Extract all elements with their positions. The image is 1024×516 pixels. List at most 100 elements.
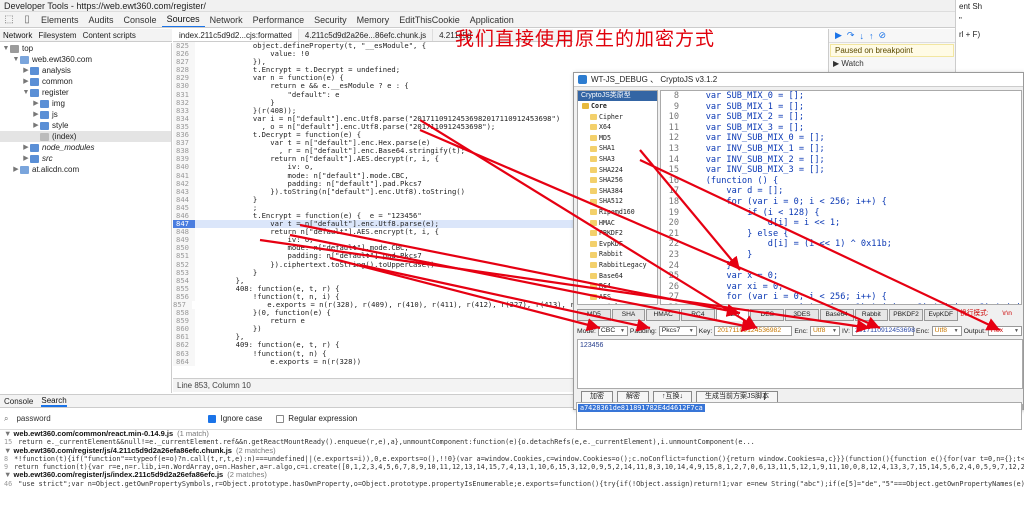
tab-console[interactable]: Console <box>119 12 162 27</box>
class-tree-item[interactable]: AES <box>578 292 657 303</box>
class-tree-item[interactable]: Cipher <box>578 112 657 123</box>
disclosure-icon[interactable]: ▶ <box>32 120 40 131</box>
device-toggle-icon[interactable]: ▯ <box>21 14 33 26</box>
class-tree-item[interactable]: SHA256 <box>578 175 657 186</box>
algo-tab-rc4[interactable]: RC4 <box>681 309 715 321</box>
class-tree-item[interactable]: Ripemd160 <box>578 207 657 218</box>
code-editor[interactable]: 825 object.defineProperty(t, "__esModule… <box>173 42 573 378</box>
file-tree-item[interactable]: ▶ node_modules <box>0 142 171 153</box>
nav-tab-content-scripts[interactable]: Content scripts <box>80 31 139 40</box>
file-tree-item[interactable]: ▼ register <box>0 87 171 98</box>
tab-network[interactable]: Network <box>205 12 248 27</box>
result-file-header[interactable]: ▼ web.ewt360.com/register/js/index.211c5… <box>0 471 1024 479</box>
class-tree-item[interactable]: EvpKDF <box>578 239 657 250</box>
nav-tab-filesystem[interactable]: Filesystem <box>35 31 79 40</box>
editor-tab[interactable]: index.211c5d9d2...cjs:formatted <box>173 29 299 41</box>
cryptojs-window-titlebar[interactable]: WT-JS_DEBUG 、 CryptoJS v3.1.2 <box>574 73 1023 87</box>
step-out-icon[interactable]: ↑ <box>869 31 874 41</box>
class-tree-item[interactable]: RabbitLegacy <box>578 260 657 271</box>
class-tree-item[interactable]: Core <box>578 101 657 112</box>
class-tree-item[interactable]: SHA224 <box>578 165 657 176</box>
plaintext-input[interactable]: 123456 <box>577 339 1023 389</box>
class-tree-item[interactable]: HMAC <box>578 218 657 229</box>
class-tree-item[interactable]: MD5 <box>578 133 657 144</box>
algo-tab-evpkdf[interactable]: EvpKDF <box>923 309 958 321</box>
algo-tab-md5[interactable]: MD5 <box>577 309 611 321</box>
result-file-header[interactable]: ▼ web.ewt360.com/common/react.min-0.14.9… <box>0 430 1024 438</box>
line-number[interactable]: 864 <box>173 357 195 366</box>
disclosure-icon[interactable]: ▼ <box>12 54 20 65</box>
algo-tab-pbkdf2[interactable]: PBKDF2 <box>889 309 923 321</box>
nav-tab-network[interactable]: Network <box>0 31 35 40</box>
file-tree-item[interactable]: ▶ img <box>0 98 171 109</box>
file-tree-item[interactable]: ▶ style <box>0 120 171 131</box>
file-tree-item[interactable]: ▶ analysis <box>0 65 171 76</box>
class-tree-item[interactable]: RC4 <box>578 281 657 292</box>
class-tree-item[interactable]: Base64 <box>578 271 657 282</box>
disclosure-icon[interactable]: ▶ <box>22 65 30 76</box>
disclosure-icon[interactable]: ▼ <box>4 471 14 479</box>
tab-memory[interactable]: Memory <box>352 12 395 27</box>
key-enc-select[interactable]: Utf8 ▼ <box>809 326 840 336</box>
result-line[interactable]: 9 return function(t){var r=e,n=r.lib,i=n.… <box>0 463 1024 471</box>
disclosure-icon[interactable]: ▶ <box>32 109 40 120</box>
step-into-icon[interactable]: ↓ <box>859 31 864 41</box>
ignore-case-checkbox[interactable] <box>208 414 217 423</box>
regex-option[interactable]: Regular expression <box>276 414 357 423</box>
algo-tab-r-n[interactable]: \r\n <box>991 309 1023 321</box>
cryptojs-source-view[interactable]: 8 var SUB_MIX_0 = []; 9 var SUB_MIX_1 = [… <box>660 90 1022 305</box>
result-line[interactable]: 15 return e._currentElement&&null!=e._cur… <box>0 438 1024 446</box>
class-tree-item[interactable]: Rabbit <box>578 249 657 260</box>
deactivate-breakpoints-icon[interactable]: ⊘ <box>878 30 886 41</box>
result-line[interactable]: 8 *!function(t){if("function"==typeof(e=o… <box>0 455 1024 463</box>
disclosure-icon[interactable]: ▼ <box>4 447 14 455</box>
file-tree-item[interactable]: ▶ src <box>0 153 171 164</box>
tab-performance[interactable]: Performance <box>248 12 310 27</box>
watch-section[interactable]: ▶ Watch <box>829 58 955 70</box>
editor-tab[interactable]: 4.211c5d9d2a26e...86efc.chunk.js <box>299 29 434 41</box>
file-tree-item[interactable]: ▼ top <box>0 43 171 54</box>
algo-tab-rabbit[interactable]: Rabbit <box>854 309 889 321</box>
tab-security[interactable]: Security <box>309 12 352 27</box>
tab-sources[interactable]: Sources <box>161 12 205 27</box>
class-tree-item[interactable]: X64 <box>578 122 657 133</box>
class-tree-item[interactable]: SHA384 <box>578 186 657 197</box>
file-tree-item[interactable]: ▼ web.ewt360.com <box>0 54 171 65</box>
ignore-case-option[interactable]: Ignore case <box>208 414 262 423</box>
algo-tab-base64[interactable]: Base64 <box>819 309 854 321</box>
iv-enc-select[interactable]: Utf8 ▼ <box>931 326 962 336</box>
tab-audits[interactable]: Audits <box>84 12 119 27</box>
class-tree-item[interactable]: PBKDF2 <box>578 228 657 239</box>
regex-checkbox[interactable] <box>276 414 285 423</box>
drawer-tab-search[interactable]: Search <box>41 396 67 407</box>
padding-select[interactable]: Pkcs7 ▼ <box>658 326 697 336</box>
inspect-icon[interactable]: ⬚ <box>3 14 15 26</box>
step-over-icon[interactable]: ↷ <box>847 30 855 41</box>
disclosure-icon[interactable]: ▶ <box>22 76 30 87</box>
class-tree-item[interactable]: SHA3 <box>578 154 657 165</box>
disclosure-icon[interactable]: ▶ <box>22 153 30 164</box>
disclosure-icon[interactable]: ▶ <box>12 164 20 175</box>
drawer-tab-console[interactable]: Console <box>4 397 33 406</box>
mode-select[interactable]: CBC ▼ <box>597 326 628 336</box>
search-input[interactable]: password <box>8 411 178 427</box>
class-tree-item[interactable]: TripleDES <box>578 302 657 304</box>
class-tree-item[interactable]: SHA512 <box>578 196 657 207</box>
result-file-header[interactable]: ▼ web.ewt360.com/register/js/4.211c5d9d2… <box>0 447 1024 455</box>
ciphertext-output[interactable]: a7428361de811891782E4d4612F7ca <box>576 402 1022 430</box>
resume-icon[interactable]: ▶︎ <box>835 30 842 41</box>
disclosure-icon[interactable]: ▶ <box>22 142 30 153</box>
algo-tab-des[interactable]: DES <box>750 309 785 321</box>
result-line[interactable]: 46 "use strict";var n=Object.getOwnProper… <box>0 480 1024 488</box>
file-tree-item[interactable]: ▶ at.alicdn.com <box>0 164 171 175</box>
algo-tab-sha[interactable]: SHA <box>611 309 646 321</box>
disclosure-icon[interactable]: ▶ <box>32 98 40 109</box>
output-select[interactable]: Hex ▼ <box>987 326 1022 336</box>
file-tree-item[interactable]: (index) <box>0 131 171 142</box>
algo-tab-hmac[interactable]: HMAC <box>646 309 681 321</box>
disclosure-icon[interactable]: ▼ <box>2 43 10 54</box>
key-input[interactable]: 20171109124536982 <box>714 326 793 336</box>
algo-tab-aes[interactable]: AES <box>715 309 750 321</box>
tab-elements[interactable]: Elements <box>36 12 84 27</box>
file-tree-item[interactable]: ▶ common <box>0 76 171 87</box>
